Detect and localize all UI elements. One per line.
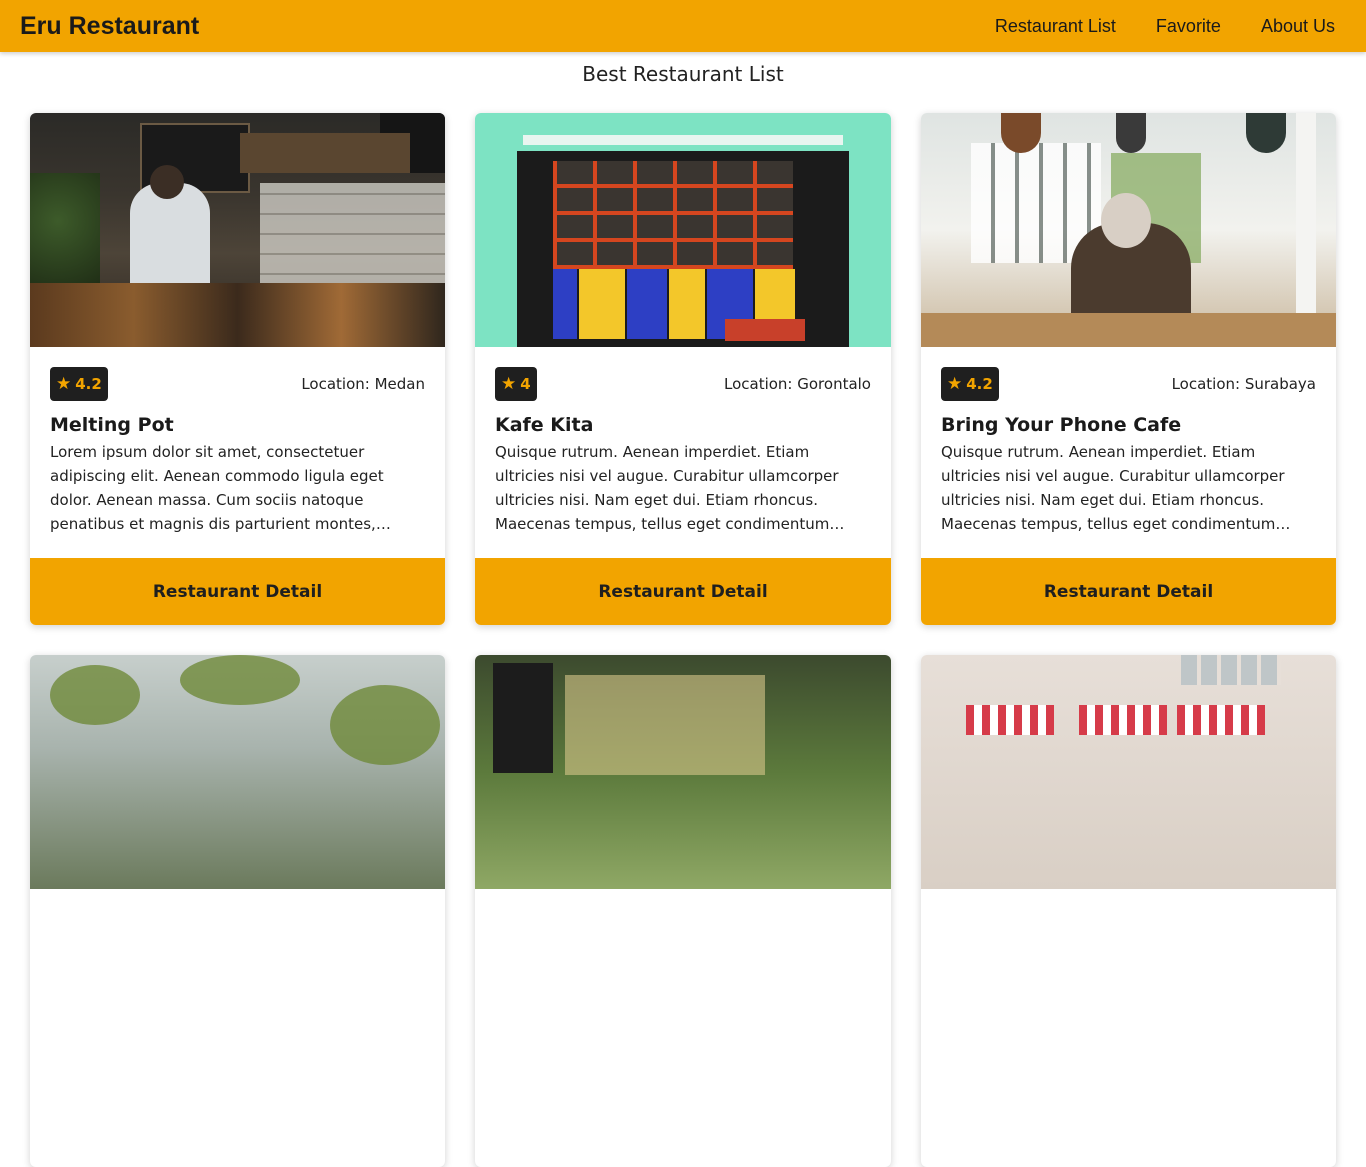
rating-value: 4: [520, 375, 531, 393]
restaurant-card: [475, 655, 891, 1167]
nav-links: Restaurant List Favorite About Us: [966, 16, 1346, 37]
star-icon: ★: [501, 374, 517, 394]
rating-badge: ★ 4: [495, 367, 537, 401]
page-title: Best Restaurant List: [582, 62, 784, 86]
nav-item: Restaurant List: [966, 16, 1127, 37]
brand-logo[interactable]: Eru Restaurant: [20, 12, 199, 41]
restaurant-card: ★ 4 Location: Gorontalo Kafe Kita Quisqu…: [475, 113, 891, 625]
card-body: ★ 4.2 Location: Surabaya Bring Your Phon…: [921, 347, 1336, 558]
nav-item: About Us: [1232, 16, 1346, 37]
restaurant-description: Quisque rutrum. Aenean imperdiet. Etiam …: [941, 443, 1285, 533]
location-text: Location: Gorontalo: [723, 375, 871, 393]
rating-badge: ★ 4.2: [941, 367, 999, 401]
rating-badge: ★ 4.2: [50, 367, 108, 401]
restaurant-name: Kafe Kita: [495, 414, 594, 436]
card-meta: ★ 4.2 Location: Surabaya: [941, 367, 1316, 401]
restaurant-card: ★ 4.2 Location: Surabaya Bring Your Phon…: [921, 113, 1336, 625]
restaurant-detail-button[interactable]: Restaurant Detail: [30, 558, 445, 625]
card-meta: ★ 4 Location: Gorontalo: [495, 367, 871, 401]
card-meta: ★ 4.2 Location: Medan: [50, 367, 425, 401]
restaurant-image: [921, 113, 1336, 347]
restaurant-description: Lorem ipsum dolor sit amet, consectetuer…: [50, 443, 384, 533]
nav-link-about-us[interactable]: About Us: [1232, 16, 1346, 37]
restaurant-image: [475, 113, 891, 347]
restaurant-card: [30, 655, 445, 1167]
restaurant-card: ★ 4.2 Location: Medan Melting Pot Lorem …: [30, 113, 445, 625]
navbar: Eru Restaurant Restaurant List Favorite …: [0, 0, 1366, 52]
rating-value: 4.2: [75, 375, 102, 393]
restaurant-description: Quisque rutrum. Aenean imperdiet. Etiam …: [495, 443, 839, 533]
restaurant-card: [921, 655, 1336, 1167]
restaurant-image: [30, 655, 445, 889]
nav-link-favorite[interactable]: Favorite: [1127, 16, 1232, 37]
location-text: Location: Medan: [301, 375, 425, 393]
nav-item: Favorite: [1127, 16, 1232, 37]
nav-link-restaurant-list[interactable]: Restaurant List: [966, 16, 1127, 37]
restaurant-detail-button[interactable]: Restaurant Detail: [475, 558, 891, 625]
restaurant-image: [475, 655, 891, 889]
restaurant-image: [30, 113, 445, 347]
star-icon: ★: [56, 374, 72, 394]
location-text: Location: Surabaya: [1171, 375, 1316, 393]
rating-value: 4.2: [966, 375, 993, 393]
restaurant-image: [921, 655, 1336, 889]
restaurant-detail-button[interactable]: Restaurant Detail: [921, 558, 1336, 625]
restaurant-grid: ★ 4.2 Location: Medan Melting Pot Lorem …: [30, 113, 1336, 1167]
card-body: ★ 4 Location: Gorontalo Kafe Kita Quisqu…: [475, 347, 891, 558]
star-icon: ★: [947, 374, 963, 394]
card-body: ★ 4.2 Location: Medan Melting Pot Lorem …: [30, 347, 445, 558]
restaurant-name: Bring Your Phone Cafe: [941, 414, 1182, 436]
restaurant-name: Melting Pot: [50, 414, 174, 436]
